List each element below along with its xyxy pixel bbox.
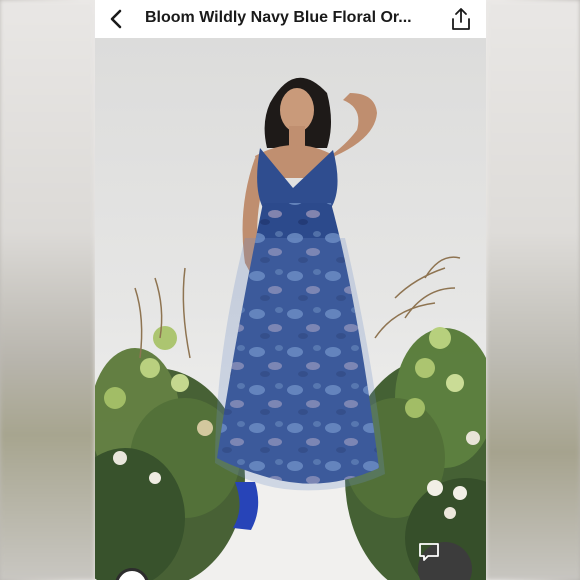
chevron-left-icon (110, 9, 122, 29)
share-icon (452, 8, 470, 30)
background-blur-left (0, 0, 95, 580)
back-button[interactable] (103, 6, 129, 32)
listing-screen: Bloom Wildly Navy Blue Floral Or... (95, 0, 486, 580)
background-blur-right (486, 0, 580, 580)
top-navigation-bar: Bloom Wildly Navy Blue Floral Or... (95, 0, 486, 38)
share-button[interactable] (448, 6, 474, 32)
listing-title: Bloom Wildly Navy Blue Floral Or... (145, 9, 412, 26)
comment-icon (419, 543, 439, 561)
product-photo-illustration (95, 77, 486, 580)
product-photo[interactable] (95, 38, 486, 580)
